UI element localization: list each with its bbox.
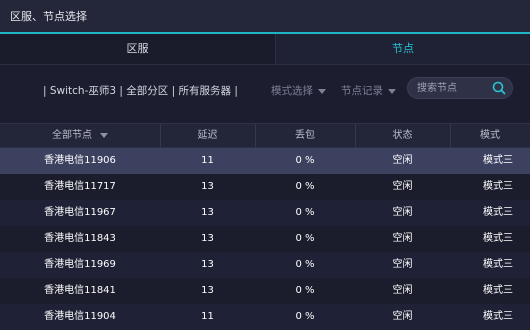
node-mode: 模式三 [483,285,513,296]
node-mode: 模式三 [483,155,513,166]
title-bar: 区服、节点选择 [0,0,530,32]
node-delay: 13 [201,285,214,296]
node-record-label: 节点记录 [341,85,383,97]
chevron-down-icon [388,88,396,94]
node-status: 空闲 [392,259,413,270]
node-mode: 模式三 [483,181,513,192]
node-mode: 模式三 [483,311,513,322]
node-delay: 13 [201,181,214,192]
node-loss: 0 % [295,207,315,218]
node-delay: 11 [201,155,214,166]
mode-select-dropdown[interactable]: 模式选择 [271,83,326,98]
node-record-dropdown[interactable]: 节点记录 [341,83,396,98]
header-mode[interactable]: 模式 [450,124,530,147]
node-name: 香港电信11967 [44,207,116,218]
tab-region[interactable]: 区服 [0,34,275,64]
node-loss: 0 % [295,259,315,270]
node-loss: 0 % [295,233,315,244]
node-mode: 模式三 [483,207,513,218]
search-icon[interactable] [491,80,507,96]
header-delay[interactable]: 延迟 [160,124,255,147]
node-loss: 0 % [295,155,315,166]
table-row[interactable]: 香港电信11969 13 0 % 空闲 模式三 [0,252,530,278]
node-mode: 模式三 [483,259,513,270]
node-status: 空闲 [392,207,413,218]
node-status: 空闲 [392,285,413,296]
node-delay: 13 [201,233,214,244]
table-row[interactable]: 香港电信11904 11 0 % 空闲 模式三 [0,304,530,330]
node-delay: 13 [201,207,214,218]
node-name: 香港电信11904 [44,311,116,322]
tab-bar: 区服 节点 [0,34,530,64]
node-loss: 0 % [295,181,315,192]
node-name: 香港电信11843 [44,233,116,244]
node-status: 空闲 [392,311,413,322]
window-title: 区服、节点选择 [10,10,87,23]
node-mode: 模式三 [483,233,513,244]
node-loss: 0 % [295,285,315,296]
filter-toolbar: | Switch-巫师3 | 全部分区 | 所有服务器 | 模式选择 节点记录 [0,65,530,123]
node-name: 香港电信11969 [44,259,116,270]
node-name: 香港电信11717 [44,181,116,192]
chevron-down-icon [318,88,326,94]
search-input[interactable] [417,81,489,95]
node-status: 空闲 [392,155,413,166]
table-row[interactable]: 香港电信11843 13 0 % 空闲 模式三 [0,226,530,252]
node-name: 香港电信11906 [44,155,116,166]
node-loss: 0 % [295,311,315,322]
chevron-down-icon [100,132,108,138]
table-row[interactable]: 香港电信11906 11 0 % 空闲 模式三 [0,148,530,174]
node-delay: 11 [201,311,214,322]
mode-select-label: 模式选择 [271,85,313,97]
table-row[interactable]: 香港电信11717 13 0 % 空闲 模式三 [0,174,530,200]
search-box [407,77,513,99]
node-status: 空闲 [392,233,413,244]
table-row[interactable]: 香港电信11841 13 0 % 空闲 模式三 [0,278,530,304]
header-all-nodes[interactable]: 全部节点 [0,124,160,147]
header-all-nodes-label: 全部节点 [52,130,92,141]
node-status: 空闲 [392,181,413,192]
table-row[interactable]: 香港电信11967 13 0 % 空闲 模式三 [0,200,530,226]
node-name: 香港电信11841 [44,285,116,296]
tab-node[interactable]: 节点 [275,34,530,64]
table-header: 全部节点 延迟 丢包 状态 模式 [0,123,530,148]
node-delay: 13 [201,259,214,270]
filter-breadcrumb: | Switch-巫师3 | 全部分区 | 所有服务器 | [43,85,238,97]
header-loss[interactable]: 丢包 [255,124,355,147]
header-status[interactable]: 状态 [355,124,450,147]
